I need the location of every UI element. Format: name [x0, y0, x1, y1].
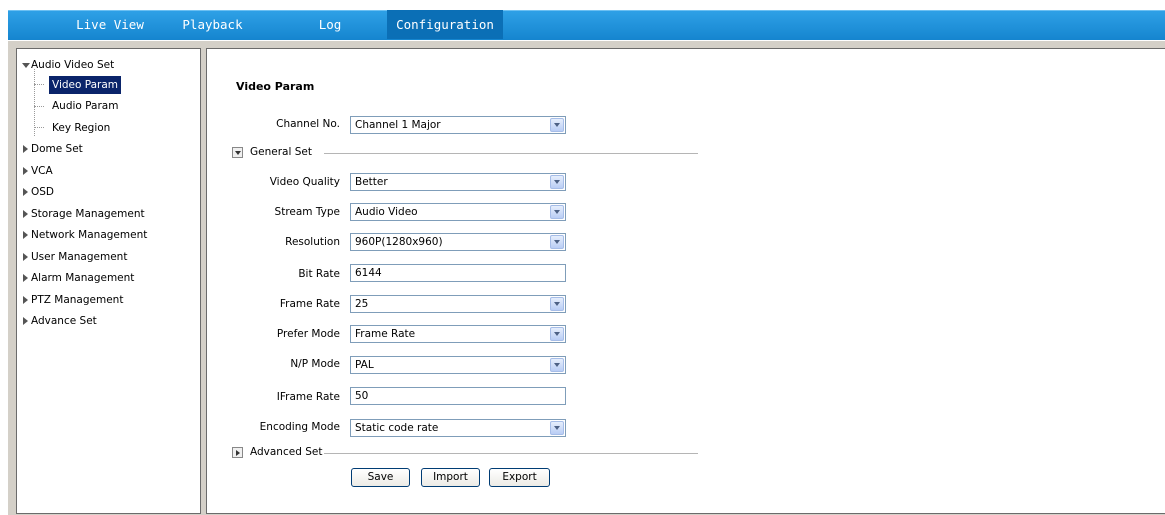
channel-value: Channel 1 Major [355, 119, 441, 131]
prefer-mode-value: Frame Rate [355, 328, 416, 340]
collapse-toggle[interactable] [232, 147, 243, 158]
chevron-down-icon [22, 63, 30, 68]
channel-select[interactable]: Channel 1 Major [350, 116, 566, 134]
chevron-right-icon [23, 317, 28, 325]
chevron-down-icon[interactable] [550, 327, 564, 341]
chevron-down-icon[interactable] [550, 175, 564, 189]
bit-rate-value: 6144 [355, 267, 382, 279]
chevron-down-icon[interactable] [550, 205, 564, 219]
tree-item-advance-set[interactable]: Advance Set [17, 312, 197, 330]
resolution-select[interactable]: 960P(1280x960) [350, 233, 566, 251]
chevron-right-icon [23, 145, 28, 153]
tree-item-network-management[interactable]: Network Management [17, 226, 197, 244]
tree-item-vca[interactable]: VCA [17, 162, 197, 180]
tree-connector [34, 84, 44, 85]
advanced-set-label: Advanced Set [250, 446, 323, 458]
prefer-mode-select[interactable]: Frame Rate [350, 325, 566, 343]
video-quality-label: Video Quality [269, 176, 340, 188]
np-mode-label: N/P Mode [290, 358, 340, 370]
iframe-rate-value: 50 [355, 390, 369, 402]
expand-toggle[interactable] [232, 447, 243, 458]
tree-item-storage-management[interactable]: Storage Management [17, 205, 197, 223]
tree-connector [34, 106, 44, 107]
tree-item-label: Key Region [52, 122, 111, 134]
chevron-right-icon [23, 274, 28, 282]
section-divider [324, 153, 698, 154]
import-button[interactable]: Import [421, 468, 480, 487]
tab-live-view[interactable]: Live View [55, 10, 165, 39]
chevron-right-icon [23, 210, 28, 218]
chevron-right-icon [23, 188, 28, 196]
tab-playback[interactable]: Playback [165, 10, 260, 39]
iframe-rate-label: IFrame Rate [276, 391, 340, 403]
frame-rate-label: Frame Rate [279, 298, 340, 310]
tree-connector [34, 127, 44, 128]
general-set-section: General Set [232, 146, 702, 160]
tree-item-label: Dome Set [31, 143, 83, 155]
general-set-label: General Set [250, 146, 312, 158]
encoding-mode-label: Encoding Mode [259, 421, 340, 433]
stream-type-value: Audio Video [355, 206, 418, 218]
tree-item-alarm-management[interactable]: Alarm Management [17, 269, 197, 287]
tree-item-label: Advance Set [31, 315, 97, 327]
tab-configuration[interactable]: Configuration [387, 10, 503, 39]
iframe-rate-input[interactable]: 50 [350, 387, 566, 405]
stream-type-label: Stream Type [274, 206, 340, 218]
encoding-mode-select[interactable]: Static code rate [350, 419, 566, 437]
tree-item-label: Network Management [31, 229, 148, 241]
tree-item-label: Storage Management [31, 208, 145, 220]
tree-item-label: VCA [31, 165, 53, 177]
tree-item-audio-video-set[interactable]: Audio Video Set [17, 56, 197, 74]
chevron-right-icon [23, 231, 28, 239]
video-quality-value: Better [355, 176, 388, 188]
tree-item-label: OSD [31, 186, 55, 198]
frame-rate-value: 25 [355, 298, 369, 310]
tree-item-osd[interactable]: OSD [17, 183, 197, 201]
chevron-right-icon [23, 296, 28, 304]
page-title: Video Param [236, 80, 315, 93]
chevron-down-icon[interactable] [550, 235, 564, 249]
tab-log[interactable]: Log [300, 10, 360, 39]
chevron-right-icon [23, 167, 28, 175]
np-mode-value: PAL [355, 359, 374, 371]
tree-connector [34, 69, 35, 136]
video-quality-select[interactable]: Better [350, 173, 566, 191]
save-button[interactable]: Save [351, 468, 410, 487]
tree-item-ptz-management[interactable]: PTZ Management [17, 291, 197, 309]
tree-item-user-management[interactable]: User Management [17, 248, 197, 266]
frame-rate-select[interactable]: 25 [350, 295, 566, 313]
tree-item-label: Video Param [49, 76, 122, 94]
bit-rate-input[interactable]: 6144 [350, 264, 566, 282]
chevron-down-icon[interactable] [550, 297, 564, 311]
chevron-right-icon [236, 450, 240, 456]
prefer-mode-label: Prefer Mode [276, 328, 340, 340]
np-mode-select[interactable]: PAL [350, 356, 566, 374]
tree-item-label: User Management [31, 251, 128, 263]
chevron-down-icon[interactable] [550, 118, 564, 132]
export-button[interactable]: Export [489, 468, 550, 487]
encoding-mode-value: Static code rate [355, 422, 439, 434]
tree-item-dome-set[interactable]: Dome Set [17, 140, 197, 158]
resolution-label: Resolution [285, 236, 340, 248]
channel-label: Channel No. [276, 118, 340, 130]
stream-type-select[interactable]: Audio Video [350, 203, 566, 221]
chevron-right-icon [23, 253, 28, 261]
config-tree: Audio Video Set Video Param Audio Param … [16, 48, 201, 514]
chevron-down-icon[interactable] [550, 358, 564, 372]
bit-rate-label: Bit Rate [298, 268, 340, 280]
tree-item-label: Audio Param [52, 100, 119, 112]
chevron-down-icon[interactable] [550, 421, 564, 435]
tree-item-label: Audio Video Set [31, 59, 115, 71]
section-divider [324, 453, 698, 454]
chevron-down-icon [235, 151, 241, 155]
resolution-value: 960P(1280x960) [355, 236, 443, 248]
advanced-set-section: Advanced Set [232, 446, 702, 460]
tree-item-label: Alarm Management [31, 272, 135, 284]
tree-item-label: PTZ Management [31, 294, 124, 306]
